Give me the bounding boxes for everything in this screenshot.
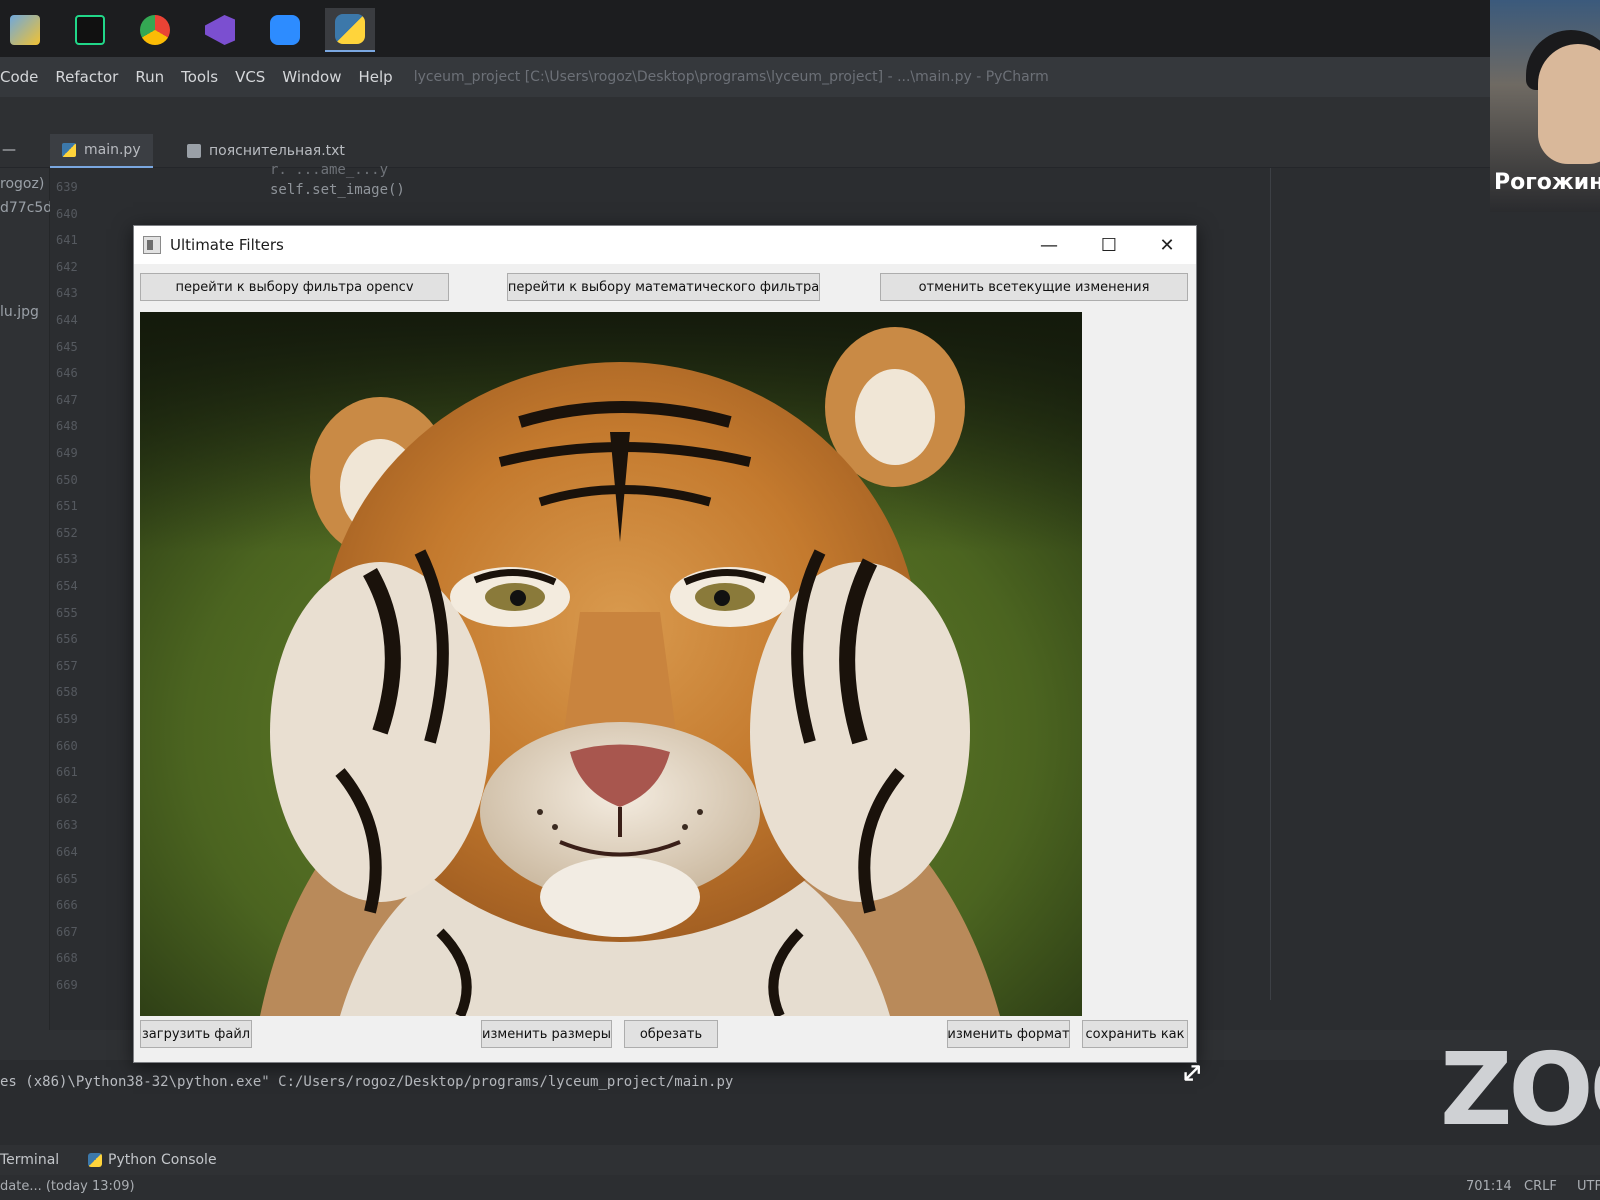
tiger-photo — [140, 312, 1082, 1016]
cursor-position[interactable]: 701:14 — [1466, 1179, 1512, 1194]
line-number: 645 — [56, 339, 78, 354]
line-number: 639 — [56, 180, 78, 194]
project-item[interactable]: rogoz) — [0, 176, 44, 192]
chrome-icon[interactable] — [130, 8, 180, 52]
menu-tools[interactable]: Tools — [181, 68, 218, 86]
line-number: 661 — [56, 765, 78, 780]
math-filter-button[interactable]: перейти к выбору математического фильтра — [507, 273, 820, 301]
file-encoding[interactable]: UTF — [1577, 1179, 1600, 1194]
maximize-icon[interactable]: ☐ — [1080, 226, 1138, 264]
project-item[interactable]: d77c5d — [0, 200, 52, 216]
line-number: 662 — [56, 791, 78, 806]
line-number: 659 — [56, 712, 78, 726]
menu-bar: Code Refactor Run Tools VCS Window Help … — [0, 57, 1490, 97]
editor-tabs: — main.py пояснительная.txt — [0, 134, 1490, 168]
python-icon[interactable] — [325, 8, 375, 52]
line-number: 647 — [56, 392, 78, 407]
line-number: 646 — [56, 366, 78, 381]
menu-code[interactable]: Code — [0, 68, 38, 86]
terminal-tab[interactable]: Terminal — [0, 1152, 59, 1168]
window-title: Ultimate Filters — [170, 236, 284, 254]
line-number: 669 — [56, 978, 78, 992]
project-item[interactable]: lu.jpg — [0, 304, 39, 320]
line-number: 650 — [56, 472, 78, 487]
line-number: 640 — [56, 206, 78, 221]
text-file-icon — [187, 144, 201, 158]
line-number: 666 — [56, 898, 78, 913]
change-format-button[interactable]: изменить формат — [947, 1020, 1070, 1048]
status-update-text: date... (today 13:09) — [0, 1179, 135, 1194]
line-number: 657 — [56, 658, 78, 673]
line-number: 643 — [56, 286, 78, 301]
code-line: r. ...ame_...y — [270, 162, 389, 178]
file-explorer-icon[interactable] — [0, 8, 50, 52]
python-console-tab-label: Python Console — [108, 1152, 217, 1168]
bottom-tool-tabs: Terminal Python Console — [0, 1145, 1600, 1175]
tab-main-py[interactable]: main.py — [50, 134, 153, 168]
taskbar — [0, 0, 1600, 57]
save-as-button[interactable]: сохранить как — [1082, 1020, 1188, 1048]
line-number: 663 — [56, 818, 78, 833]
tab-label: main.py — [84, 142, 141, 158]
status-bar: date... (today 13:09) 701:14 CRLF UTF — [0, 1175, 1600, 1200]
line-number: 653 — [56, 552, 78, 567]
console-command: es (x86)\Python38-32\python.exe" C:/User… — [0, 1074, 734, 1090]
menu-help[interactable]: Help — [358, 68, 392, 86]
menu-refactor[interactable]: Refactor — [55, 68, 118, 86]
line-number: 644 — [56, 313, 78, 327]
line-number: 652 — [56, 525, 78, 540]
line-number: 660 — [56, 738, 78, 753]
ide-window-title: lyceum_project [C:\Users\rogoz\Desktop\p… — [413, 69, 1049, 85]
line-number: 656 — [56, 632, 78, 647]
editor-right-area — [1271, 168, 1490, 1000]
tab-label: пояснительная.txt — [209, 143, 345, 159]
menu-window[interactable]: Window — [282, 68, 341, 86]
python-console-icon — [88, 1153, 102, 1167]
menu-vcs[interactable]: VCS — [235, 68, 265, 86]
opencv-filter-button[interactable]: перейти к выбору фильтра opencv — [140, 273, 449, 301]
terminal-tab-label: Terminal — [0, 1152, 60, 1168]
ultimate-filters-window: Ultimate Filters — ☐ ✕ перейти к выбору … — [133, 225, 1197, 1063]
python-file-icon — [62, 143, 76, 157]
line-number: 664 — [56, 845, 78, 859]
line-number: 655 — [56, 605, 78, 620]
line-number: 667 — [56, 924, 78, 939]
python-console-tab[interactable]: Python Console — [88, 1152, 217, 1168]
code-line: self.set_image() — [270, 182, 405, 198]
tiger-image — [140, 312, 1082, 1016]
line-number: 649 — [56, 446, 78, 460]
pycharm-icon[interactable] — [65, 8, 115, 52]
app-window-icon — [143, 236, 161, 254]
line-number: 641 — [56, 233, 78, 248]
window-titlebar[interactable]: Ultimate Filters — ☐ ✕ — [134, 226, 1196, 264]
project-panel: rogoz) d77c5d lu.jpg — [0, 168, 52, 1030]
run-console[interactable]: es (x86)\Python38-32\python.exe" C:/User… — [0, 1060, 1600, 1145]
load-file-button[interactable]: загрузить файл — [140, 1020, 252, 1048]
collapse-icon[interactable]: — — [2, 142, 16, 158]
zoom-logo: ZOO — [1440, 1031, 1600, 1148]
crop-button[interactable]: обрезать — [624, 1020, 718, 1048]
undo-changes-button[interactable]: отменить всетекущие изменения — [880, 273, 1188, 301]
minimize-icon[interactable]: — — [1020, 226, 1078, 264]
line-ending[interactable]: CRLF — [1524, 1179, 1557, 1194]
menu-run[interactable]: Run — [135, 68, 164, 86]
line-number: 642 — [56, 259, 78, 274]
resize-button[interactable]: изменить размеры — [481, 1020, 612, 1048]
line-number: 654 — [56, 579, 78, 593]
line-number: 658 — [56, 685, 78, 700]
zoom-participant-name: Рогожин — [1494, 170, 1600, 195]
zoom-icon[interactable] — [260, 8, 310, 52]
line-number: 668 — [56, 951, 78, 966]
line-number: 648 — [56, 419, 78, 434]
line-number: 651 — [56, 499, 78, 514]
ide-toolbar — [0, 97, 1490, 134]
line-number: 665 — [56, 871, 78, 886]
close-icon[interactable]: ✕ — [1138, 226, 1196, 264]
visual-studio-icon[interactable] — [195, 8, 245, 52]
